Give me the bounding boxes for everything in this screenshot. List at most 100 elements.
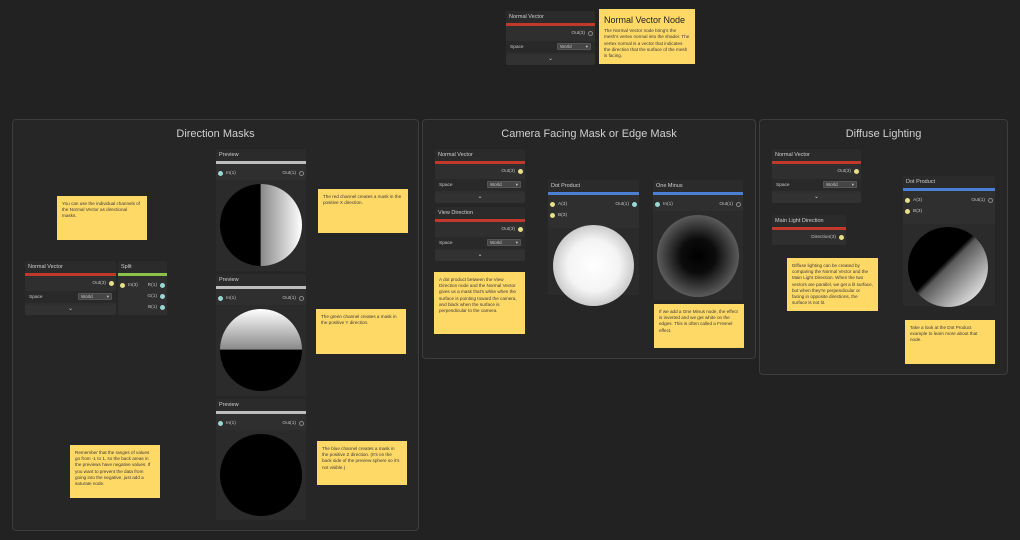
sticky-text: The green channel creates a mask in the … (321, 314, 397, 326)
input-port[interactable] (218, 171, 223, 176)
output-port[interactable] (299, 171, 304, 176)
preview-image (548, 225, 639, 306)
port-label-in: In(1) (226, 421, 236, 426)
output-port[interactable] (518, 169, 523, 174)
output-port[interactable] (839, 235, 844, 240)
node-title: View Direction (435, 207, 525, 219)
sticky-note-one-minus[interactable]: If we add a One Minus node, the effect i… (654, 304, 744, 348)
chevron-down-icon[interactable]: ⌄ (435, 193, 525, 201)
chevron-down-icon[interactable]: ⌄ (25, 305, 116, 313)
node-title: Split (118, 261, 167, 273)
node-title: Normal Vector (772, 149, 861, 161)
dot-product-node[interactable]: Dot Product A(3) Out(1) B(3) (548, 180, 639, 306)
preview-node-red[interactable]: Preview In(1) Out(1) (216, 149, 306, 271)
chevron-down-icon[interactable]: ⌄ (772, 193, 861, 201)
sticky-text: A dot product between the View Direction… (439, 277, 517, 313)
space-dropdown[interactable]: World (78, 293, 112, 300)
sticky-note-normal-vector[interactable]: Normal Vector Node The Normal Vector nod… (599, 9, 695, 64)
input-port[interactable] (218, 421, 223, 426)
input-port[interactable] (218, 296, 223, 301)
sticky-note-red-channel[interactable]: The red channel creates a mask in the po… (318, 189, 408, 233)
output-port[interactable] (518, 227, 523, 232)
input-port-b[interactable] (905, 209, 910, 214)
node-title: Normal Vector (506, 11, 595, 23)
space-label: Space (29, 295, 43, 300)
input-port[interactable] (655, 202, 660, 207)
port-label-out: Out(1) (282, 296, 296, 301)
group-title: Camera Facing Mask or Edge Mask (501, 128, 677, 140)
one-minus-node[interactable]: One Minus In(1) Out(1) (653, 180, 743, 300)
space-dropdown[interactable]: World (823, 181, 857, 188)
preview-node-blue[interactable]: Preview In(1) Out(1) (216, 399, 306, 520)
output-port-b[interactable] (160, 305, 165, 310)
sticky-note-dot-product-example[interactable]: Take a look at the Dot Product example t… (905, 320, 995, 364)
diffuse-dot-product-node[interactable]: Dot Product A(3) Out(1) B(3) (903, 176, 995, 307)
preview-sphere (908, 227, 988, 307)
space-dropdown[interactable]: World (487, 181, 521, 188)
space-dropdown[interactable]: World (557, 43, 591, 50)
camera-normal-vector-node[interactable]: Normal Vector Out(3) Space World ⌄ (435, 149, 525, 203)
output-port[interactable] (299, 296, 304, 301)
chevron-down-icon[interactable]: ⌄ (506, 55, 595, 63)
port-label-b: B(3) (558, 213, 568, 218)
output-port[interactable] (299, 421, 304, 426)
group-title: Direction Masks (176, 128, 255, 140)
port-label-out: Out(1) (615, 202, 629, 207)
port-label-out: Out(1) (719, 202, 733, 207)
input-port-b[interactable] (550, 213, 555, 218)
space-label: Space (439, 183, 453, 188)
output-port[interactable] (736, 202, 741, 207)
output-port[interactable] (988, 198, 993, 203)
split-node[interactable]: Split In(3) R(1) G(1) B(1) (118, 261, 167, 315)
top-normal-vector-node[interactable]: Normal Vector Out(3) Space World ⌄ (506, 11, 595, 65)
sticky-note-diffuse[interactable]: Diffuse lighting can be created by compa… (787, 258, 878, 311)
port-label-b: B(1) (147, 305, 157, 310)
input-port-a[interactable] (550, 202, 555, 207)
sticky-text: Take a look at the Dot Product example t… (910, 325, 978, 343)
node-title: Dot Product (903, 176, 995, 188)
output-port[interactable] (632, 202, 637, 207)
input-port-a[interactable] (905, 198, 910, 203)
chevron-down-icon[interactable]: ⌄ (435, 251, 525, 259)
port-label-in: In(1) (663, 202, 673, 207)
main-light-direction-node[interactable]: Main Light Direction Direction(3) (772, 215, 846, 245)
output-port[interactable] (109, 281, 114, 286)
sticky-note-green-channel[interactable]: The green channel creates a mask in the … (316, 309, 406, 354)
node-title: Dot Product (548, 180, 639, 192)
sticky-note-blue-channel[interactable]: The blue channel creates a mask in the p… (317, 441, 407, 485)
normal-vector-node[interactable]: Normal Vector Out(3) Space World ⌄ (25, 261, 116, 315)
preview-image (903, 224, 995, 307)
port-label-out: Out(3) (92, 281, 106, 286)
sticky-note-dot-product[interactable]: A dot product between the View Direction… (434, 272, 525, 334)
output-port-r[interactable] (160, 283, 165, 288)
node-title: Preview (216, 149, 306, 161)
port-label-g: G(1) (147, 294, 157, 299)
output-port[interactable] (588, 31, 593, 36)
output-port-g[interactable] (160, 294, 165, 299)
port-label-out: Out(1) (282, 171, 296, 176)
port-label-r: R(1) (147, 283, 157, 288)
preview-image (216, 305, 306, 396)
space-dropdown[interactable]: World (487, 239, 521, 246)
sticky-note-intro[interactable]: You can use the individual channels of t… (57, 196, 147, 240)
diffuse-normal-vector-node[interactable]: Normal Vector Out(3) Space World ⌄ (772, 149, 861, 203)
view-direction-node[interactable]: View Direction Out(3) Space World ⌄ (435, 207, 525, 261)
port-label-in: In(3) (128, 283, 138, 288)
input-port[interactable] (120, 283, 125, 288)
port-label-out: Out(1) (971, 198, 985, 203)
port-label-a: A(3) (913, 198, 923, 203)
sticky-title: Normal Vector Node (604, 15, 686, 25)
output-port[interactable] (854, 169, 859, 174)
preview-sphere (220, 309, 302, 391)
port-label-out: Out(3) (571, 31, 585, 36)
node-title: One Minus (653, 180, 743, 192)
node-title: Preview (216, 399, 306, 411)
sticky-text: The Normal Vector node bring's the mesh'… (604, 28, 690, 58)
node-title: Normal Vector (435, 149, 525, 161)
node-title: Main Light Direction (772, 215, 846, 227)
sticky-text: The blue channel creates a mask in the p… (322, 446, 400, 470)
preview-sphere (220, 184, 302, 266)
preview-node-green[interactable]: Preview In(1) Out(1) (216, 274, 306, 396)
sticky-note-value-ranges[interactable]: Remember that the ranges of values go fr… (70, 445, 160, 498)
port-label-out: Out(3) (501, 227, 515, 232)
